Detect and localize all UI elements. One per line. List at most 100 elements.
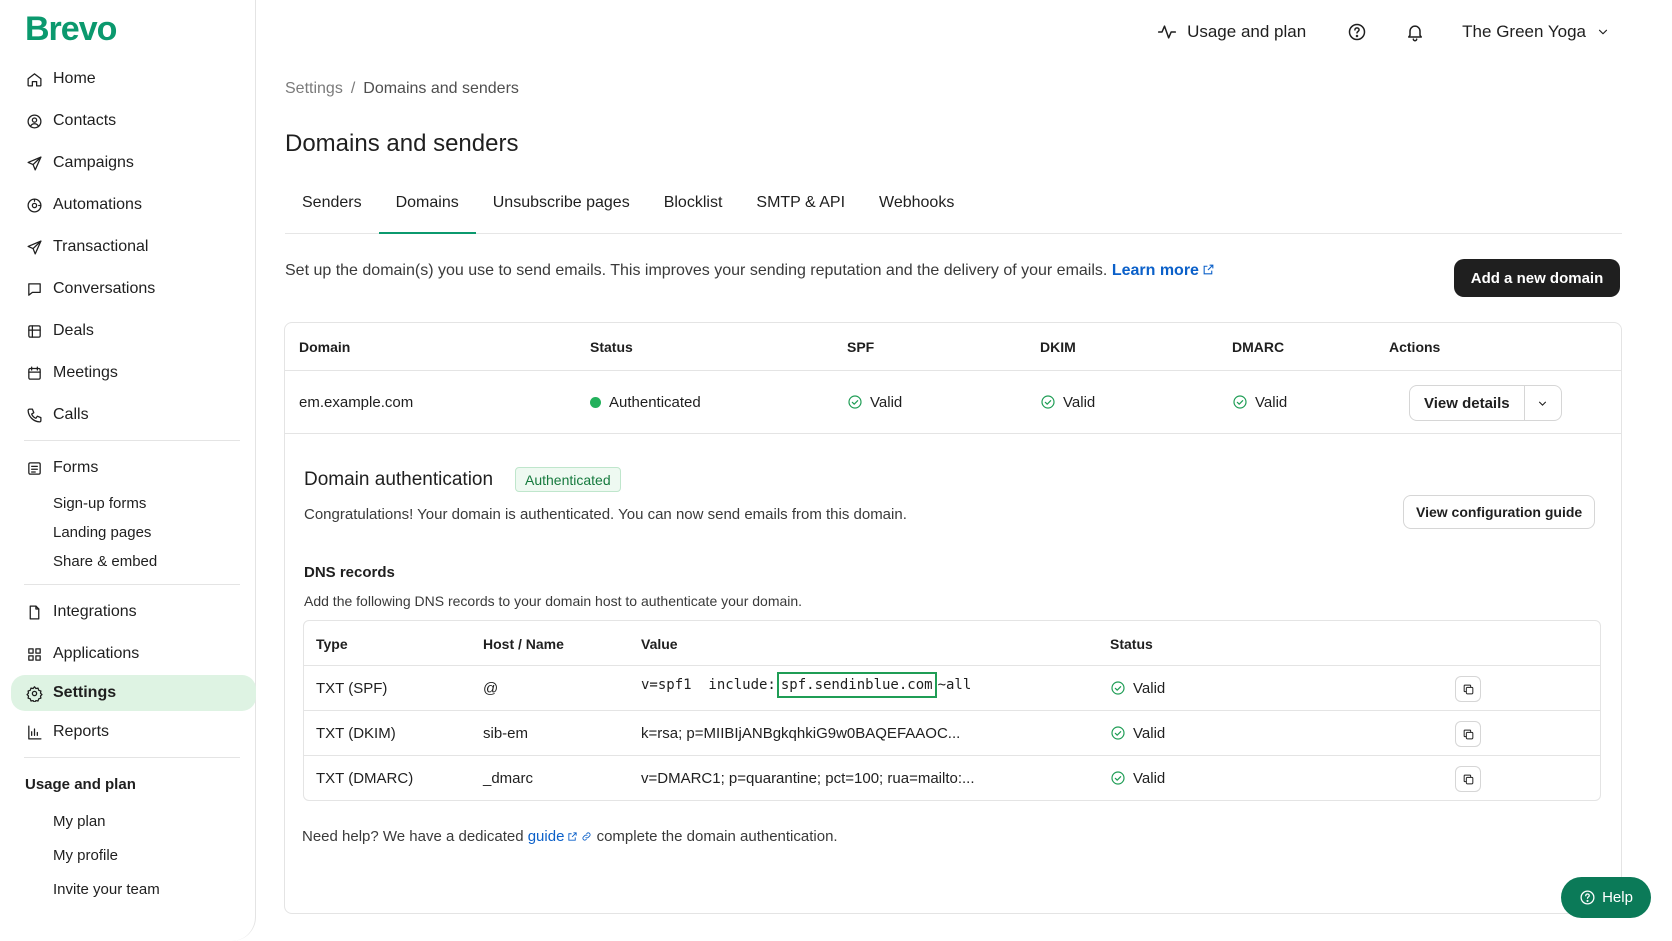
dkim-status: Valid xyxy=(1040,394,1095,411)
help-circle-icon xyxy=(1580,890,1595,905)
sidebar-subitem-my-profile[interactable]: My profile xyxy=(0,838,256,872)
dns-value: v=spf1 include: spf.sendinblue.com ~all xyxy=(641,672,972,698)
sidebar-item-forms[interactable]: Forms xyxy=(0,447,256,489)
learn-more-link[interactable]: Learn more xyxy=(1112,262,1215,279)
intro-description: Set up the domain(s) you use to send ema… xyxy=(285,262,1112,279)
breadcrumb-separator: / xyxy=(350,80,356,97)
home-icon xyxy=(25,70,43,88)
sidebar-item-integrations[interactable]: Integrations xyxy=(0,591,256,633)
tab-blocklist[interactable]: Blocklist xyxy=(647,178,740,228)
dns-value: k=rsa; p=MIIBIjANBgkqhkiG9w0BAQEFAAOC... xyxy=(641,725,961,742)
tab-unsubscribe-pages[interactable]: Unsubscribe pages xyxy=(476,178,647,228)
sidebar-item-settings[interactable]: Settings xyxy=(11,675,256,711)
sidebar-item-automations[interactable]: Automations xyxy=(0,184,256,226)
add-new-domain-button[interactable]: Add a new domain xyxy=(1454,259,1620,297)
dmarc-status-label: Valid xyxy=(1255,393,1288,411)
sidebar-subitem-invite-team[interactable]: Invite your team xyxy=(0,872,256,906)
activity-icon xyxy=(1157,25,1177,39)
check-circle-icon xyxy=(847,394,863,410)
sidebar-item-label: Transactional xyxy=(53,238,149,255)
sidebar-subitem-signup-forms[interactable]: Sign-up forms xyxy=(0,489,256,518)
sidebar-item-transactional[interactable]: Transactional xyxy=(0,226,256,268)
tab-senders[interactable]: Senders xyxy=(285,178,379,228)
table-row: TXT (DMARC) _dmarc v=DMARC1; p=quarantin… xyxy=(304,756,1600,801)
sidebar-subitem-my-plan[interactable]: My plan xyxy=(0,804,256,838)
dns-type: TXT (DKIM) xyxy=(316,725,396,742)
spf-status: Valid xyxy=(847,394,902,411)
domain-name: em.example.com xyxy=(299,393,414,411)
sidebar-item-label: Calls xyxy=(53,406,89,423)
sidebar-item-applications[interactable]: Applications xyxy=(0,633,256,675)
view-configuration-guide-button[interactable]: View configuration guide xyxy=(1403,495,1596,529)
sidebar-item-label: Forms xyxy=(53,459,99,476)
copy-button[interactable] xyxy=(1455,721,1481,747)
domains-card: Domain Status SPF DKIM DMARC Actions em.… xyxy=(284,322,1622,914)
status-dot xyxy=(590,396,601,408)
col-dkim: DKIM xyxy=(1040,338,1076,355)
tab-smtp-api[interactable]: SMTP & API xyxy=(739,178,862,228)
sidebar-item-calls[interactable]: Calls xyxy=(0,394,256,436)
sidebar-item-conversations[interactable]: Conversations xyxy=(0,268,256,310)
external-link-icon xyxy=(1203,264,1214,275)
sidebar-item-contacts[interactable]: Contacts xyxy=(0,100,256,142)
intro-text: Set up the domain(s) you use to send ema… xyxy=(285,262,1215,280)
learn-more-label: Learn more xyxy=(1111,262,1199,279)
table-row: TXT (DKIM) sib-em k=rsa; p=MIIBIjANBgkqh… xyxy=(304,711,1600,756)
guide-link[interactable]: guide xyxy=(528,828,593,845)
send-icon xyxy=(25,154,43,172)
help-circle-icon[interactable] xyxy=(1346,21,1368,43)
top-bar: Usage and plan The Green Yoga xyxy=(1157,14,1610,50)
status-badge: Authenticated xyxy=(515,467,621,492)
sidebar-item-label: Reports xyxy=(53,723,110,740)
dns-records-description: Add the following DNS records to your do… xyxy=(304,593,803,609)
sidebar-item-label: Campaigns xyxy=(53,154,134,171)
sidebar-item-meetings[interactable]: Meetings xyxy=(0,352,256,394)
tab-webhooks[interactable]: Webhooks xyxy=(862,178,971,228)
breadcrumb-settings[interactable]: Settings xyxy=(285,80,343,97)
phone-icon xyxy=(25,406,43,424)
contacts-icon xyxy=(25,112,43,130)
dns-status: Valid xyxy=(1110,725,1165,742)
sidebar-item-label: Contacts xyxy=(53,112,117,129)
sidebar-subitem-share-embed[interactable]: Share & embed xyxy=(0,547,256,576)
page-title: Domains and senders xyxy=(285,130,519,157)
chevron-down-icon xyxy=(1598,29,1608,35)
account-switcher[interactable]: The Green Yoga xyxy=(1462,22,1610,42)
domain-status-label: Authenticated xyxy=(609,393,701,411)
deals-icon xyxy=(25,322,43,340)
brevo-logo[interactable]: Brevo xyxy=(25,10,117,49)
dns-col-host: Host / Name xyxy=(483,636,564,652)
check-circle-icon xyxy=(1232,394,1248,410)
apps-icon xyxy=(25,645,43,663)
col-status: Status xyxy=(590,338,633,355)
authentication-description: Congratulations! Your domain is authenti… xyxy=(304,506,907,523)
usage-and-plan-button[interactable]: Usage and plan xyxy=(1157,22,1306,42)
copy-button[interactable] xyxy=(1455,766,1481,792)
sidebar-subitem-landing-pages[interactable]: Landing pages xyxy=(0,518,256,547)
tab-domains[interactable]: Domains xyxy=(378,178,476,234)
dmarc-status: Valid xyxy=(1232,394,1287,411)
check-circle-icon xyxy=(1110,725,1126,741)
help-button[interactable]: Help xyxy=(1561,877,1651,918)
chat-icon xyxy=(25,280,43,298)
chevron-down-icon xyxy=(1538,400,1547,406)
account-name: The Green Yoga xyxy=(1462,22,1586,41)
sidebar-item-campaigns[interactable]: Campaigns xyxy=(0,142,256,184)
dns-host: sib-em xyxy=(483,725,529,742)
dns-table-header: Type Host / Name Value Status xyxy=(304,621,1600,666)
dns-value-suffix: ~all xyxy=(937,677,972,693)
dns-col-status: Status xyxy=(1110,636,1153,652)
sidebar-item-deals[interactable]: Deals xyxy=(0,310,256,352)
view-details-button[interactable]: View details xyxy=(1410,386,1525,420)
sidebar-item-reports[interactable]: Reports xyxy=(0,711,256,753)
dns-status: Valid xyxy=(1110,680,1165,697)
sidebar: Brevo Home Contacts Campaigns Automation… xyxy=(0,0,256,941)
copy-button[interactable] xyxy=(1455,676,1481,702)
domains-table-header: Domain Status SPF DKIM DMARC Actions xyxy=(285,323,1621,371)
dns-type: TXT (DMARC) xyxy=(316,770,414,787)
sidebar-item-label: Home xyxy=(53,70,96,87)
actions-dropdown-button[interactable] xyxy=(1525,386,1561,420)
bell-icon[interactable] xyxy=(1404,21,1426,43)
check-circle-icon xyxy=(1040,394,1056,410)
sidebar-item-home[interactable]: Home xyxy=(0,58,256,100)
